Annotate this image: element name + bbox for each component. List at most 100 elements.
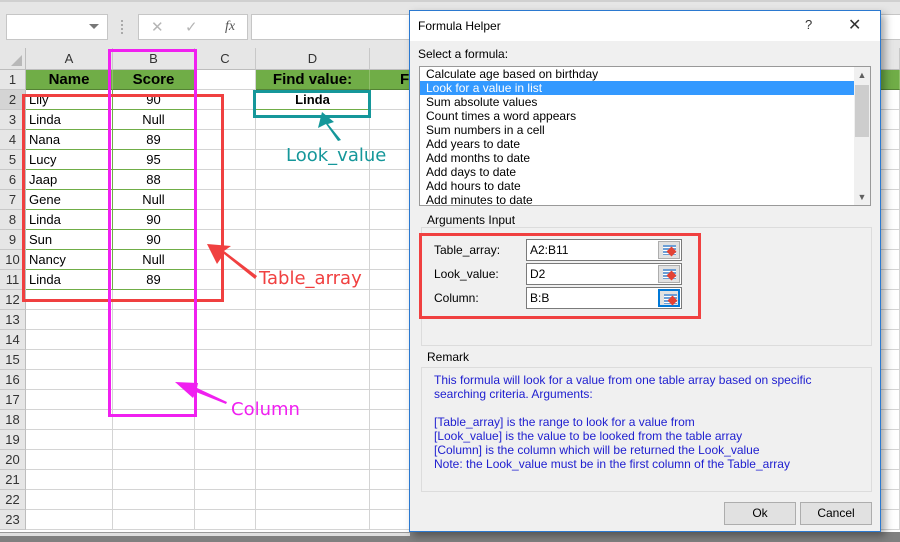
cell[interactable] bbox=[195, 170, 256, 190]
cell[interactable] bbox=[256, 230, 370, 250]
cell[interactable] bbox=[195, 130, 256, 150]
row-header[interactable]: 23 bbox=[0, 510, 26, 530]
range-select-button[interactable] bbox=[658, 241, 680, 259]
cell[interactable] bbox=[195, 330, 256, 350]
row-header[interactable]: 8 bbox=[0, 210, 26, 230]
cell[interactable] bbox=[26, 490, 113, 510]
cell[interactable] bbox=[256, 110, 370, 130]
name-cell[interactable]: Sun bbox=[26, 230, 113, 250]
row-header[interactable]: 18 bbox=[0, 410, 26, 430]
cancel-button[interactable]: Cancel bbox=[800, 502, 872, 525]
cell[interactable] bbox=[195, 250, 256, 270]
chevron-down-icon[interactable] bbox=[89, 24, 99, 29]
cell[interactable] bbox=[26, 470, 113, 490]
scroll-thumb[interactable] bbox=[855, 85, 869, 137]
formula-list-item[interactable]: Add minutes to date bbox=[420, 193, 856, 205]
cell[interactable] bbox=[195, 90, 256, 110]
cell[interactable] bbox=[26, 330, 113, 350]
name-cell[interactable]: Gene bbox=[26, 190, 113, 210]
name-cell[interactable]: Linda bbox=[26, 210, 113, 230]
insert-function-icon[interactable]: fx bbox=[225, 19, 235, 35]
cell[interactable] bbox=[195, 70, 256, 90]
cell[interactable] bbox=[256, 430, 370, 450]
cell[interactable] bbox=[113, 390, 195, 410]
cell[interactable] bbox=[26, 450, 113, 470]
cell[interactable] bbox=[256, 210, 370, 230]
cell[interactable] bbox=[195, 350, 256, 370]
cell[interactable] bbox=[113, 350, 195, 370]
cell[interactable] bbox=[195, 230, 256, 250]
cell[interactable] bbox=[195, 190, 256, 210]
row-header[interactable]: 15 bbox=[0, 350, 26, 370]
formula-list-item[interactable]: Sum absolute values bbox=[420, 95, 856, 109]
cell[interactable] bbox=[256, 290, 370, 310]
column-header[interactable]: D bbox=[256, 48, 370, 70]
cell[interactable] bbox=[256, 350, 370, 370]
cell[interactable] bbox=[113, 310, 195, 330]
row-header[interactable]: 13 bbox=[0, 310, 26, 330]
formula-list-item[interactable]: Calculate age based on birthday bbox=[420, 67, 856, 81]
formula-list-item[interactable]: Add hours to date bbox=[420, 179, 856, 193]
formula-listbox[interactable]: Calculate age based on birthday Look for … bbox=[419, 66, 871, 206]
argument-input[interactable]: D2 bbox=[526, 263, 682, 285]
formula-bar-grip[interactable] bbox=[121, 20, 124, 34]
cell[interactable] bbox=[256, 470, 370, 490]
cell[interactable] bbox=[195, 310, 256, 330]
row-header[interactable]: 22 bbox=[0, 490, 26, 510]
argument-input[interactable]: A2:B11 bbox=[526, 239, 682, 261]
formula-list-item[interactable]: Count times a word appears bbox=[420, 109, 856, 123]
cell[interactable] bbox=[195, 490, 256, 510]
cell[interactable] bbox=[195, 510, 256, 530]
scroll-up-icon[interactable]: ▲ bbox=[854, 67, 870, 83]
header-cell-find-value[interactable]: Find value: bbox=[256, 70, 370, 90]
cell[interactable] bbox=[26, 290, 113, 310]
cell[interactable] bbox=[256, 450, 370, 470]
select-all-corner[interactable] bbox=[0, 48, 26, 70]
cell[interactable] bbox=[195, 210, 256, 230]
column-header[interactable]: A bbox=[26, 48, 113, 70]
name-cell[interactable]: Nana bbox=[26, 130, 113, 150]
score-cell[interactable]: Null bbox=[113, 110, 195, 130]
cell[interactable] bbox=[26, 310, 113, 330]
cell[interactable] bbox=[195, 430, 256, 450]
row-header[interactable]: 1 bbox=[0, 70, 26, 90]
score-cell[interactable]: 89 bbox=[113, 270, 195, 290]
formula-list-item[interactable]: Add years to date bbox=[420, 137, 856, 151]
row-header[interactable]: 10 bbox=[0, 250, 26, 270]
cell[interactable] bbox=[26, 430, 113, 450]
formula-list-item[interactable]: Look for a value in list bbox=[420, 81, 856, 95]
cell[interactable] bbox=[256, 250, 370, 270]
score-cell[interactable]: 89 bbox=[113, 130, 195, 150]
cell[interactable] bbox=[256, 330, 370, 350]
row-header[interactable]: 16 bbox=[0, 370, 26, 390]
row-header[interactable]: 3 bbox=[0, 110, 26, 130]
argument-input[interactable]: B:B bbox=[526, 287, 682, 309]
cell[interactable] bbox=[26, 410, 113, 430]
cell[interactable] bbox=[113, 430, 195, 450]
score-cell[interactable]: 90 bbox=[113, 230, 195, 250]
cell[interactable] bbox=[113, 370, 195, 390]
cell[interactable] bbox=[256, 310, 370, 330]
cell[interactable] bbox=[256, 490, 370, 510]
cell[interactable] bbox=[113, 450, 195, 470]
sheet-tabs-strip[interactable] bbox=[0, 532, 410, 536]
scroll-down-icon[interactable]: ▼ bbox=[854, 189, 870, 205]
name-box[interactable] bbox=[6, 14, 108, 40]
cell[interactable] bbox=[195, 150, 256, 170]
column-header[interactable]: C bbox=[195, 48, 256, 70]
formula-list-item[interactable]: Sum numbers in a cell bbox=[420, 123, 856, 137]
name-cell[interactable]: Jaap bbox=[26, 170, 113, 190]
help-icon[interactable]: ? bbox=[805, 17, 812, 32]
name-cell[interactable]: Lily bbox=[26, 90, 113, 110]
score-cell[interactable]: Null bbox=[113, 250, 195, 270]
cell[interactable] bbox=[256, 170, 370, 190]
cell[interactable] bbox=[113, 290, 195, 310]
row-header[interactable]: 20 bbox=[0, 450, 26, 470]
score-cell[interactable]: 90 bbox=[113, 210, 195, 230]
row-header[interactable]: 21 bbox=[0, 470, 26, 490]
column-header[interactable]: B bbox=[113, 48, 195, 70]
cell[interactable] bbox=[195, 110, 256, 130]
cell[interactable] bbox=[26, 390, 113, 410]
cell[interactable] bbox=[26, 510, 113, 530]
close-icon[interactable]: ✕ bbox=[848, 15, 861, 35]
